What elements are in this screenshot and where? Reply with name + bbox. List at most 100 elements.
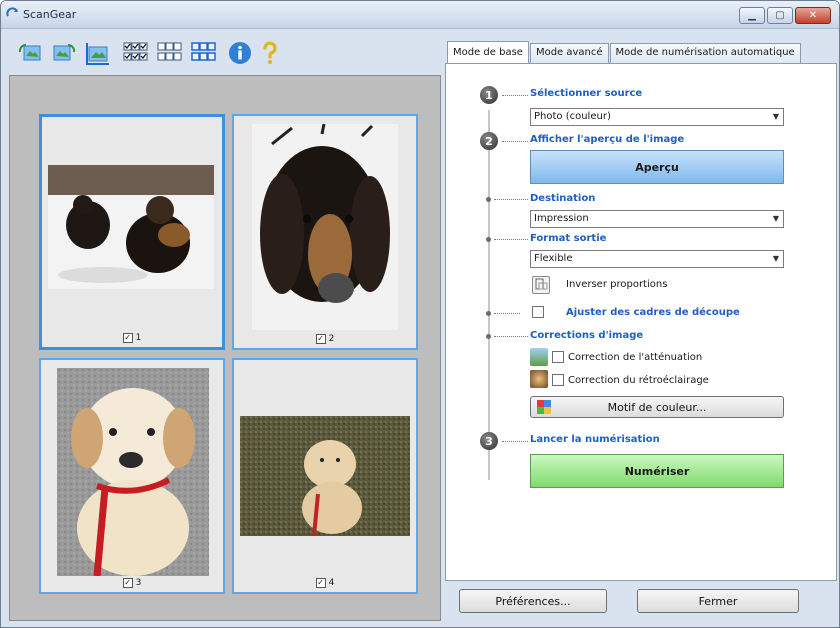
step-1-title: Sélectionner source	[530, 88, 643, 99]
backlight-correction-icon	[530, 370, 548, 388]
info-icon	[229, 42, 251, 64]
close-button[interactable]: Fermer	[637, 589, 799, 613]
crop-frames-checkbox[interactable]	[532, 306, 544, 318]
invert-ratio-icon	[535, 278, 548, 290]
scangear-window: ScanGear ▁ ▢ ✕ ✓ 1 ✓ 2 ✓ 3 ✓ 4 Mode de b…	[0, 0, 840, 628]
help-button[interactable]	[255, 38, 285, 68]
step-2-dotline	[502, 141, 528, 142]
backlight-correction-label: Correction du rétroéclairage	[568, 375, 709, 386]
destination-select[interactable]: Impression ▼	[530, 210, 784, 228]
corrections-title: Corrections d'image	[530, 330, 644, 341]
steps-connector	[488, 110, 490, 480]
preview-toolbar	[9, 35, 441, 75]
rotate-left-icon	[18, 43, 41, 61]
preview-area[interactable]: ✓ 1 ✓ 2 ✓ 3 ✓ 4	[9, 75, 441, 621]
source-select[interactable]: Photo (couleur) ▼	[530, 108, 784, 126]
source-select-value: Photo (couleur)	[534, 111, 611, 122]
basic-mode-panel: 1 Sélectionner source Photo (couleur) ▼ …	[445, 63, 837, 581]
thumbnail-2[interactable]: ✓ 2	[232, 114, 418, 350]
thumbnail-4-image	[240, 416, 410, 536]
close-icon: ✕	[808, 10, 818, 21]
help-icon	[263, 41, 277, 64]
maximize-icon: ▢	[775, 10, 785, 21]
corrections-dotline	[494, 336, 528, 337]
crop-frames-title: Ajuster des cadres de découpe	[566, 307, 740, 318]
check-all-icon	[123, 42, 148, 61]
thumbnail-1-checkbox[interactable]: ✓	[122, 333, 133, 343]
chevron-down-icon: ▼	[772, 254, 779, 263]
select-all-icon	[191, 42, 216, 61]
thumbnail-3-checkbox[interactable]: ✓	[122, 578, 133, 588]
format-select[interactable]: Flexible ▼	[530, 250, 784, 268]
scan-button[interactable]: Numériser	[530, 454, 784, 488]
thumbnail-4[interactable]: ✓ 4	[232, 358, 418, 594]
crop-dotline	[494, 313, 520, 314]
crop-bullet	[486, 311, 491, 316]
invert-ratio-button[interactable]	[532, 276, 550, 294]
format-bullet	[486, 237, 491, 242]
window-title: ScanGear	[23, 8, 77, 21]
mode-tabs: Mode de base Mode avancé Mode de numéris…	[447, 41, 802, 65]
auto-crop-icon	[86, 43, 109, 65]
info-button[interactable]	[225, 38, 255, 68]
color-pattern-button[interactable]: Motif de couleur...	[530, 396, 784, 418]
backlight-correction-checkbox[interactable]	[552, 374, 564, 386]
fade-correction-icon	[530, 348, 548, 366]
preview-button[interactable]: Aperçu	[530, 150, 784, 184]
auto-crop-button[interactable]	[83, 38, 113, 68]
invert-ratio-label: Inverser proportions	[566, 279, 668, 290]
step-3-dotline	[502, 441, 528, 442]
thumbnail-3-number: 3	[135, 578, 142, 588]
step-2-badge: 2	[480, 132, 498, 150]
rotate-left-button[interactable]	[15, 38, 45, 68]
step-2-title: Afficher l'aperçu de l'image	[530, 134, 685, 145]
thumbnail-4-checkbox[interactable]: ✓	[315, 578, 326, 588]
fade-correction-checkbox[interactable]	[552, 351, 564, 363]
minimize-icon: ▁	[748, 10, 756, 21]
uncheck-all-button[interactable]	[155, 38, 185, 68]
tab-mode-de-base[interactable]: Mode de base	[447, 41, 529, 64]
close-window-button[interactable]: ✕	[795, 7, 831, 24]
thumbnail-2-label: ✓ 2	[234, 334, 416, 344]
tab-mode-avance[interactable]: Mode avancé	[529, 43, 609, 64]
thumbnail-2-image	[252, 124, 398, 330]
uncheck-all-icon	[157, 42, 182, 61]
thumbnail-1-number: 1	[135, 333, 142, 343]
title-bar[interactable]: ScanGear ▁ ▢ ✕	[1, 1, 839, 29]
thumbnail-3-image	[57, 368, 209, 576]
format-dotline	[494, 239, 528, 240]
thumbnail-4-label: ✓ 4	[234, 578, 416, 588]
step-3-badge: 3	[480, 432, 498, 450]
thumbnail-2-number: 2	[328, 334, 335, 344]
thumbnail-3-label: ✓ 3	[41, 578, 223, 588]
thumbnail-3[interactable]: ✓ 3	[39, 358, 225, 594]
rotate-right-icon	[53, 43, 76, 61]
settings-pane: Mode de base Mode avancé Mode de numéris…	[445, 41, 837, 621]
minimize-button[interactable]: ▁	[739, 7, 765, 24]
maximize-button[interactable]: ▢	[767, 7, 793, 24]
format-title: Format sortie	[530, 233, 607, 244]
thumbnail-4-number: 4	[328, 578, 335, 588]
thumbnail-1[interactable]: ✓ 1	[39, 114, 225, 350]
preferences-button[interactable]: Préférences...	[459, 589, 607, 613]
destination-bullet	[486, 197, 491, 202]
corrections-bullet	[486, 334, 491, 339]
step-1-dotline	[502, 95, 528, 96]
destination-select-value: Impression	[534, 213, 589, 224]
step-1-badge: 1	[480, 86, 498, 104]
chevron-down-icon: ▼	[772, 112, 779, 121]
thumbnail-1-image	[48, 165, 214, 289]
destination-dotline	[494, 199, 528, 200]
select-all-button[interactable]	[189, 38, 219, 68]
tab-mode-automatique[interactable]: Mode de numérisation automatique	[609, 43, 801, 64]
color-pattern-icon	[537, 400, 551, 414]
check-all-button[interactable]	[121, 38, 151, 68]
rotate-right-button[interactable]	[49, 38, 79, 68]
chevron-down-icon: ▼	[772, 214, 779, 223]
preview-pane: ✓ 1 ✓ 2 ✓ 3 ✓ 4	[9, 35, 441, 621]
thumbnail-1-label: ✓ 1	[42, 333, 222, 343]
thumbnail-2-checkbox[interactable]: ✓	[315, 334, 326, 344]
footer-buttons: Préférences... Fermer	[445, 589, 837, 617]
color-pattern-label: Motif de couleur...	[607, 400, 707, 414]
step-3-title: Lancer la numérisation	[530, 434, 660, 445]
